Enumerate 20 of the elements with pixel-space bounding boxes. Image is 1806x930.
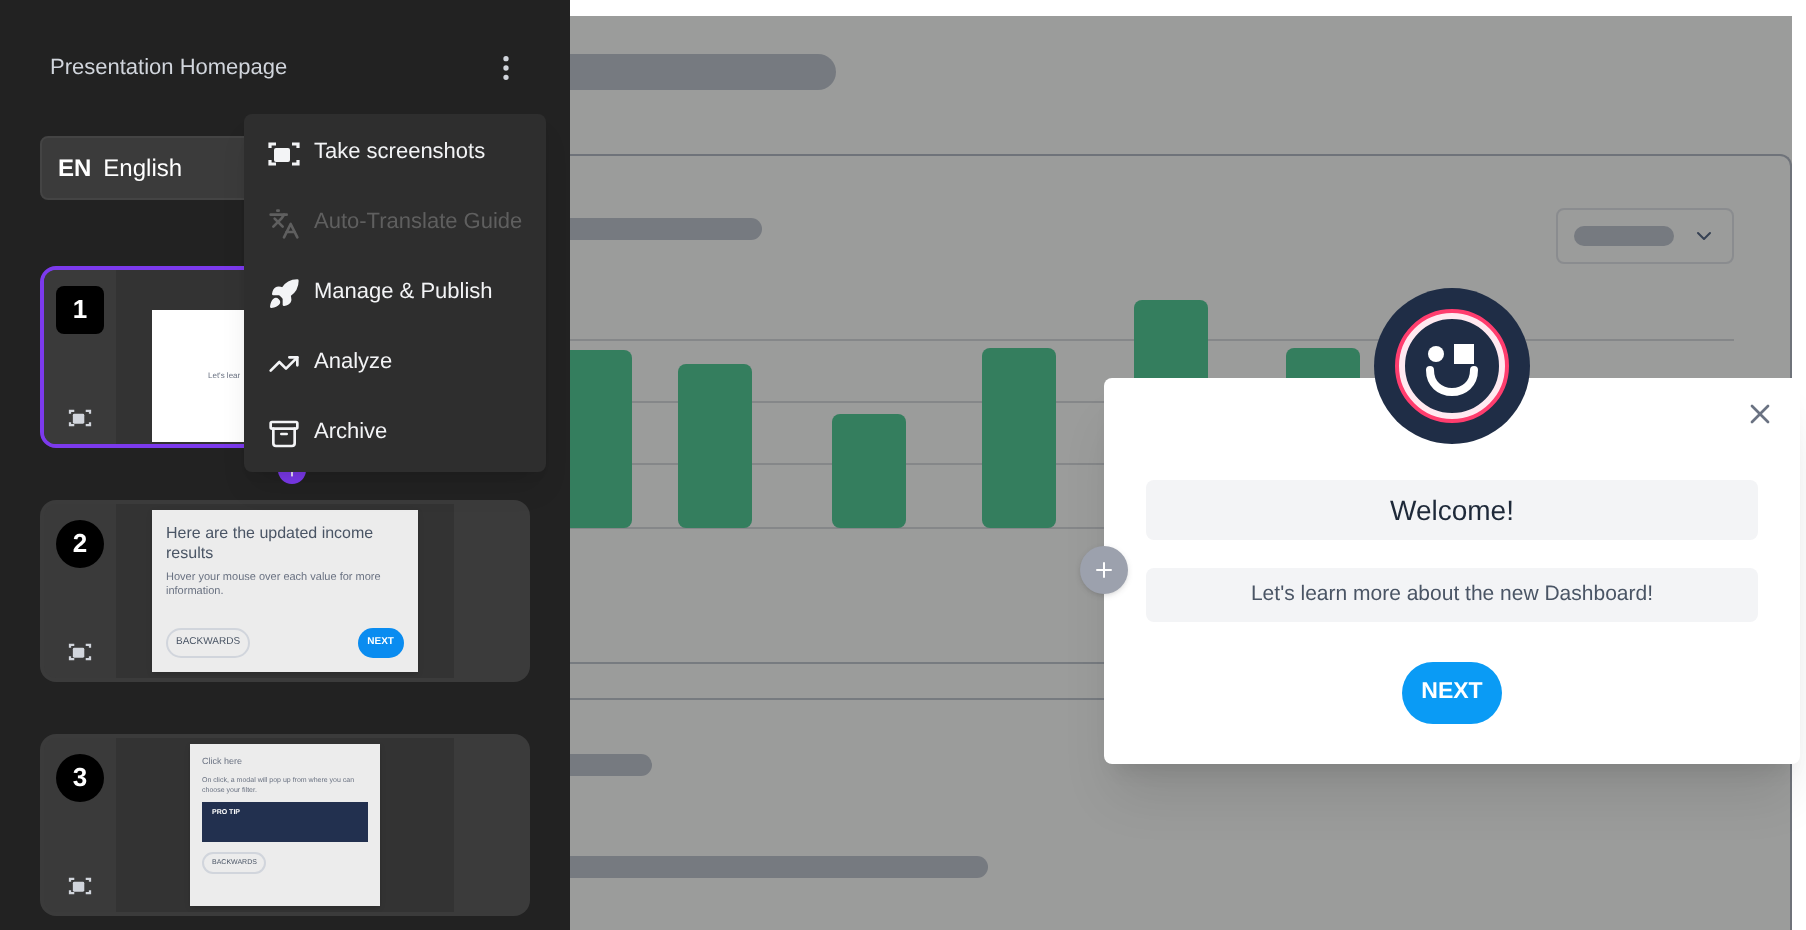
placeholder-bar: [570, 754, 652, 776]
thumbnail-title: Here are the updated income results: [166, 524, 376, 564]
menu-item[interactable]: Manage & Publish: [244, 276, 546, 310]
menu-item[interactable]: Archive: [244, 416, 546, 450]
screenshot-icon: [268, 137, 300, 169]
welcome-subtitle: Let's learn more about the new Dashboard!: [1146, 568, 1758, 622]
screenshot-icon: [68, 642, 92, 662]
sidebar-title: Presentation Homepage: [50, 53, 288, 84]
step-number: 3: [56, 754, 104, 802]
menu-item[interactable]: Analyze: [244, 346, 546, 380]
screenshot-icon: [68, 876, 92, 896]
translate-icon: [268, 207, 300, 239]
archive-icon: [268, 417, 300, 449]
screenshot-icon: [68, 408, 92, 428]
step-number: 1: [56, 286, 104, 334]
welcome-title: Welcome!: [1146, 480, 1758, 540]
step-number: 2: [56, 520, 104, 568]
rocket-icon: [268, 277, 300, 309]
chart-bar: [832, 414, 906, 528]
plus-icon: [1092, 558, 1116, 582]
